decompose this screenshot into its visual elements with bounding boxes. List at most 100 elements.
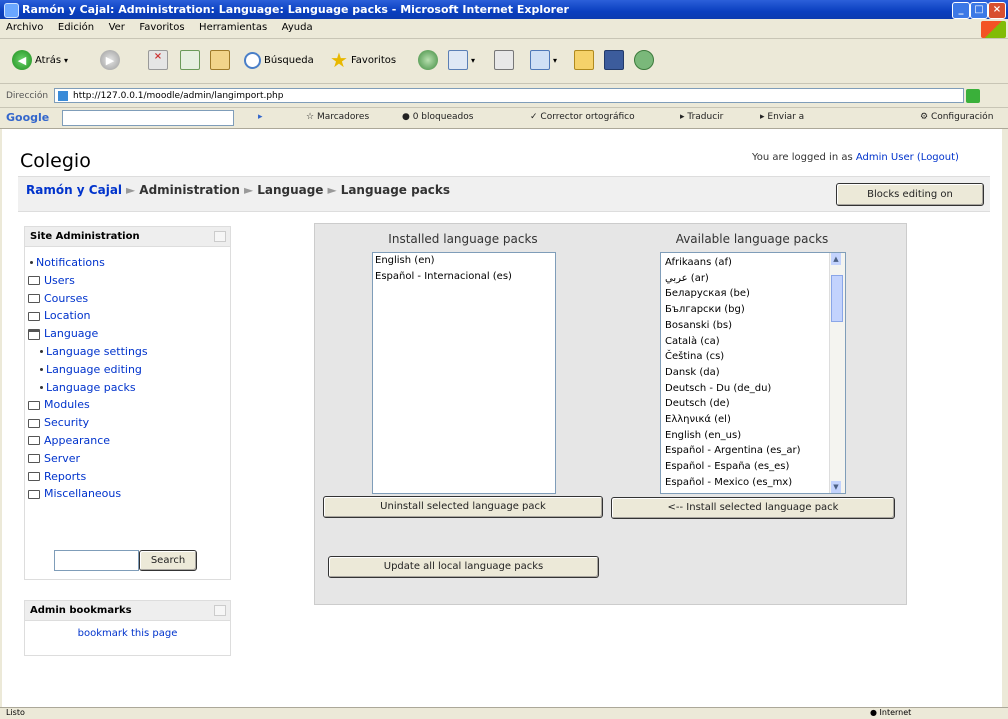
tree-item-appearance[interactable]: Appearance bbox=[28, 432, 230, 450]
breadcrumb-home[interactable]: Ramón y Cajal bbox=[26, 183, 122, 197]
page-scrollbar[interactable] bbox=[1002, 129, 1008, 707]
admin-bookmarks-block: Admin bookmarks bookmark this page bbox=[24, 600, 231, 656]
minimize-icon[interactable]: _ bbox=[952, 2, 970, 19]
google-bookmarks[interactable]: ☆ Marcadores bbox=[306, 112, 369, 122]
refresh-button[interactable] bbox=[180, 49, 200, 71]
history-icon bbox=[418, 50, 438, 70]
available-item[interactable]: Español - Mexico (es_mx) bbox=[663, 475, 845, 491]
uninstall-button[interactable]: Uninstall selected language pack bbox=[323, 496, 603, 518]
tree-item-reports[interactable]: Reports bbox=[28, 468, 230, 486]
stop-button[interactable]: × bbox=[148, 49, 168, 71]
tree-item-server[interactable]: Server bbox=[28, 450, 230, 468]
address-input[interactable]: http://127.0.0.1/moodle/admin/langimport… bbox=[54, 88, 964, 103]
install-button[interactable]: <-- Install selected language pack bbox=[611, 497, 895, 519]
menu-ayuda[interactable]: Ayuda bbox=[276, 19, 318, 33]
tree-item-language-packs[interactable]: Language packs bbox=[28, 379, 230, 397]
menu-favoritos[interactable]: Favoritos bbox=[133, 19, 189, 33]
google-go-icon[interactable]: ▸ bbox=[258, 112, 263, 122]
site-admin-header: Site Administration bbox=[25, 227, 230, 247]
messenger-button[interactable] bbox=[634, 49, 654, 71]
available-item[interactable]: Deutsch (de) bbox=[663, 396, 845, 412]
tree-item-users[interactable]: Users bbox=[28, 272, 230, 290]
tree-item-language-editing[interactable]: Language editing bbox=[28, 361, 230, 379]
available-item[interactable]: Dansk (da) bbox=[663, 365, 845, 381]
installed-item[interactable]: Español - Internacional (es) bbox=[373, 269, 555, 285]
available-item[interactable]: Català (ca) bbox=[663, 334, 845, 350]
available-item[interactable]: Español - Argentina (es_ar) bbox=[663, 443, 845, 459]
bookmark-this-page-link[interactable]: bookmark this page bbox=[25, 621, 230, 639]
google-settings[interactable]: ⚙ Configuración bbox=[920, 112, 993, 122]
go-icon[interactable] bbox=[966, 89, 980, 103]
maximize-icon[interactable]: □ bbox=[970, 2, 988, 19]
google-spellcheck[interactable]: ✓ Corrector ortográfico bbox=[530, 112, 635, 122]
available-item[interactable]: Български (bg) bbox=[663, 302, 845, 318]
installed-packs-list[interactable]: English (en) Español - Internacional (es… bbox=[372, 252, 556, 494]
stop-icon: × bbox=[148, 50, 168, 70]
available-packs-list[interactable]: Afrikaans (af) عربي (ar) Беларуская (be) Бъ… bbox=[660, 252, 846, 494]
forward-button[interactable]: ▶ bbox=[100, 49, 120, 71]
available-item[interactable]: Deutsch - Du (de_du) bbox=[663, 381, 845, 397]
print-icon bbox=[494, 50, 514, 70]
google-popups-blocked[interactable]: ● 0 bloqueados bbox=[402, 112, 473, 122]
research-button[interactable] bbox=[604, 49, 624, 71]
available-list-scrollbar[interactable]: ▲ ▼ bbox=[829, 253, 845, 493]
print-button[interactable] bbox=[494, 49, 514, 71]
breadcrumb-language[interactable]: Language bbox=[257, 183, 323, 197]
available-item[interactable]: Ελληνικά (el) bbox=[663, 412, 845, 428]
folder-icon bbox=[28, 454, 40, 464]
breadcrumb-admin[interactable]: Administration bbox=[139, 183, 240, 197]
page-icon bbox=[58, 91, 68, 101]
home-button[interactable] bbox=[210, 49, 230, 71]
tree-item-miscellaneous[interactable]: Miscellaneous bbox=[28, 485, 230, 503]
forward-arrow-icon: ▶ bbox=[100, 50, 120, 70]
logged-in-info: You are logged in as Admin User (Logout) bbox=[752, 152, 959, 163]
menu-ver[interactable]: Ver bbox=[103, 19, 130, 33]
available-item[interactable]: عربي (ar) bbox=[663, 271, 845, 287]
available-item[interactable]: Español - España (es_es) bbox=[663, 459, 845, 475]
back-button[interactable]: ◀ Atrás ▾ bbox=[12, 49, 68, 71]
tree-item-language-settings[interactable]: Language settings bbox=[28, 343, 230, 361]
installed-caption: Installed language packs bbox=[388, 232, 538, 246]
scroll-thumb[interactable] bbox=[831, 275, 843, 322]
available-item[interactable]: Беларуская (be) bbox=[663, 286, 845, 302]
mail-button[interactable]: ▾ bbox=[448, 49, 475, 71]
available-item[interactable]: English (en_us) bbox=[663, 428, 845, 444]
tree-item-notifications[interactable]: Notifications bbox=[28, 254, 230, 272]
mail-icon bbox=[448, 50, 468, 70]
edit-button[interactable]: ▾ bbox=[530, 49, 557, 71]
tree-item-security[interactable]: Security bbox=[28, 414, 230, 432]
favorites-button[interactable]: ★ Favoritos bbox=[330, 49, 396, 71]
menu-herramientas[interactable]: Herramientas bbox=[193, 19, 272, 33]
installed-item[interactable]: English (en) bbox=[373, 253, 555, 269]
update-all-button[interactable]: Update all local language packs bbox=[328, 556, 599, 578]
tree-item-language[interactable]: Language bbox=[28, 325, 230, 343]
folder-button[interactable] bbox=[574, 49, 594, 71]
tree-item-location[interactable]: Location bbox=[28, 307, 230, 325]
available-item[interactable]: Bosanski (bs) bbox=[663, 318, 845, 334]
scroll-down-icon[interactable]: ▼ bbox=[831, 481, 841, 493]
google-translate[interactable]: ▸ Traducir bbox=[680, 112, 723, 122]
window-title-bar: Ramón y Cajal: Administration: Language:… bbox=[0, 0, 1008, 19]
admin-search-input[interactable] bbox=[54, 550, 139, 571]
admin-search-button[interactable]: Search bbox=[139, 550, 197, 571]
hide-block-icon[interactable] bbox=[214, 231, 226, 242]
user-link[interactable]: Admin User bbox=[856, 152, 914, 163]
admin-bookmarks-header: Admin bookmarks bbox=[25, 601, 230, 621]
available-item[interactable]: Afrikaans (af) bbox=[663, 255, 845, 271]
tree-item-modules[interactable]: Modules bbox=[28, 396, 230, 414]
search-icon bbox=[244, 51, 261, 69]
close-icon[interactable]: × bbox=[988, 2, 1006, 19]
tree-item-courses[interactable]: Courses bbox=[28, 290, 230, 308]
hide-block-icon[interactable] bbox=[214, 605, 226, 616]
scroll-up-icon[interactable]: ▲ bbox=[831, 253, 841, 265]
search-button[interactable]: Búsqueda bbox=[244, 49, 314, 71]
menu-edicion[interactable]: Edición bbox=[52, 19, 99, 33]
google-send-to[interactable]: ▸ Enviar a bbox=[760, 112, 804, 122]
logout-link[interactable]: (Logout) bbox=[917, 152, 959, 163]
google-search-input[interactable] bbox=[62, 110, 234, 126]
menu-archivo[interactable]: Archivo bbox=[0, 19, 48, 33]
windows-logo-icon bbox=[981, 21, 1006, 38]
history-button[interactable] bbox=[418, 49, 438, 71]
blocks-editing-button[interactable]: Blocks editing on bbox=[836, 183, 984, 206]
available-item[interactable]: Čeština (cs) bbox=[663, 349, 845, 365]
